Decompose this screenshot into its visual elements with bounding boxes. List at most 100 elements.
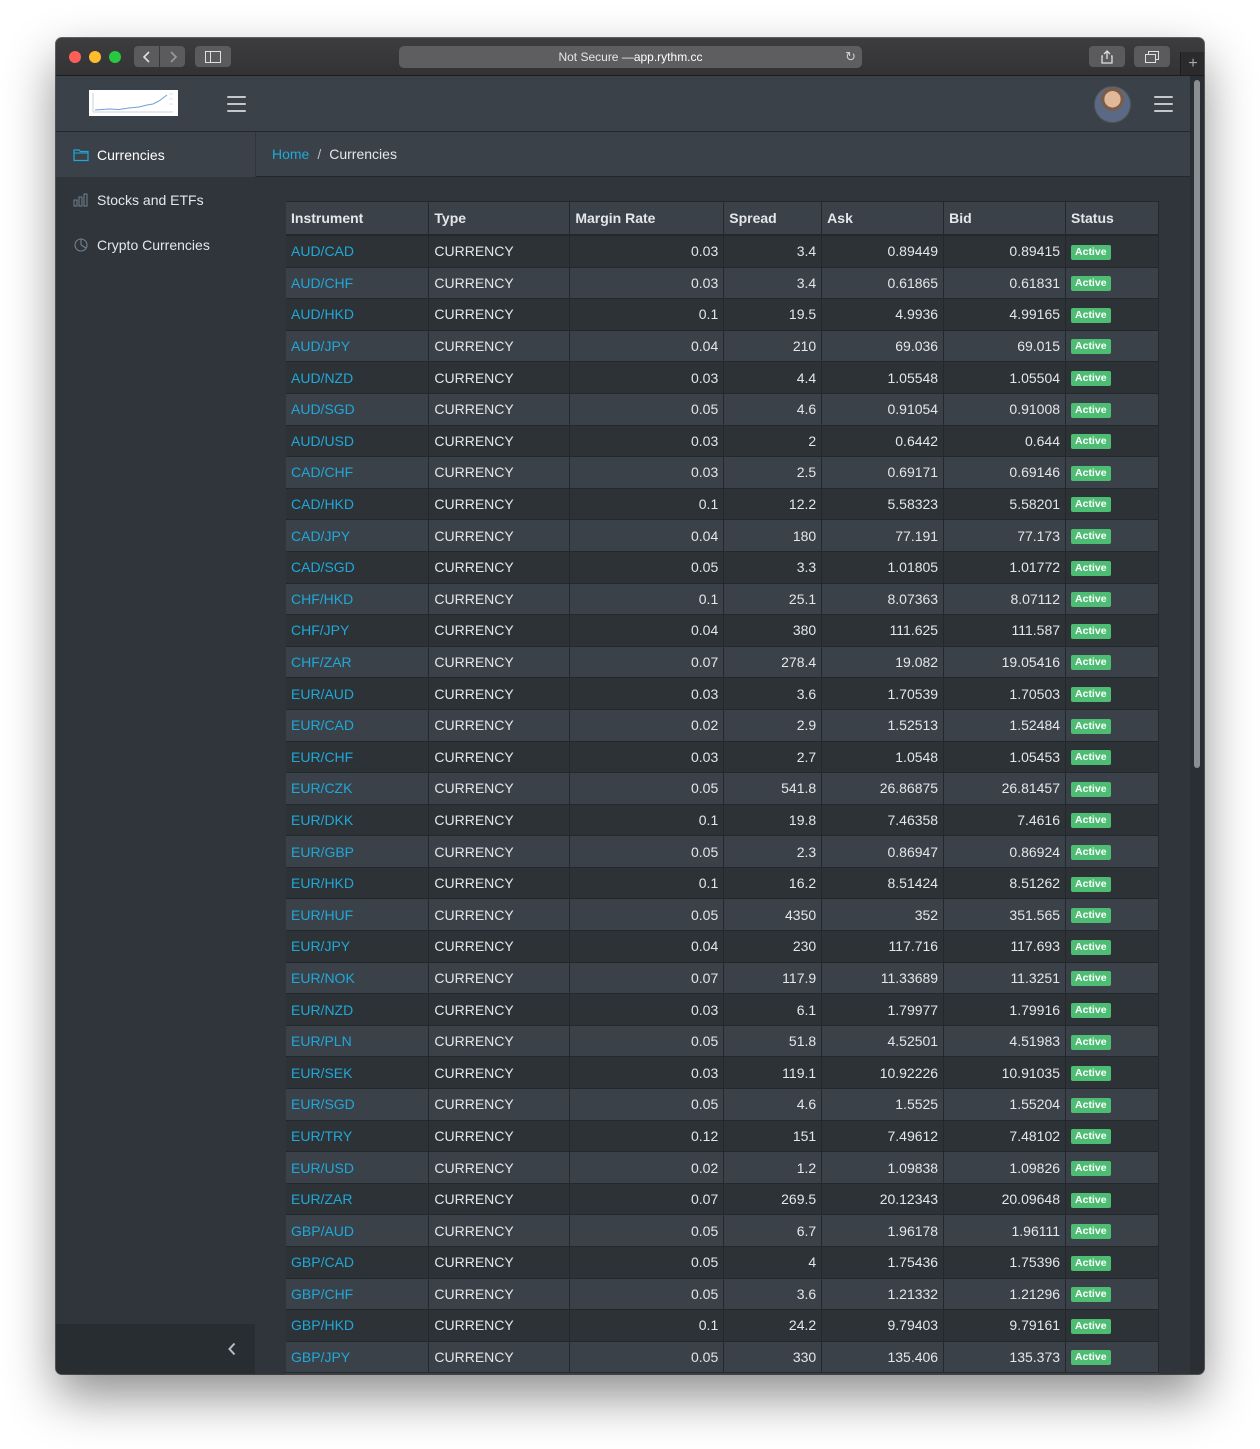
aside-menu-toggle-icon[interactable] bbox=[1154, 96, 1173, 112]
cell-instrument[interactable]: AUD/CAD bbox=[286, 235, 430, 268]
table-row[interactable]: AUD/SGD CURRENCY 0.05 4.6 0.91054 0.91008 Acti… bbox=[286, 393, 1159, 426]
table-row[interactable]: EUR/AUD CURRENCY 0.03 3.6 1.70539 1.70503 Acti… bbox=[286, 677, 1159, 710]
table-row[interactable]: GBP/CHF CURRENCY 0.05 3.6 1.21332 1.21296 Acti… bbox=[286, 1278, 1159, 1311]
cell-instrument[interactable]: EUR/TRY bbox=[286, 1120, 430, 1153]
cell-instrument[interactable]: AUD/SGD bbox=[286, 393, 430, 426]
cell-instrument[interactable]: EUR/SEK bbox=[286, 1056, 430, 1090]
cell-instrument[interactable]: EUR/PLN bbox=[286, 1025, 430, 1058]
table-row[interactable]: EUR/CZK CURRENCY 0.05 541.8 26.86875 26.81457… bbox=[286, 772, 1159, 805]
cell-instrument[interactable]: CAD/CHF bbox=[286, 456, 430, 489]
sidebar-item-currencies[interactable]: Currencies bbox=[56, 132, 255, 177]
table-row[interactable]: AUD/HKD CURRENCY 0.1 19.5 4.9936 4.99165 Activ… bbox=[286, 298, 1159, 331]
cell-instrument[interactable]: EUR/JPY bbox=[286, 930, 430, 963]
cell-instrument[interactable]: EUR/CZK bbox=[286, 772, 430, 805]
cell-instrument[interactable]: GBP/HKD bbox=[286, 1309, 430, 1342]
table-row[interactable]: EUR/NOK CURRENCY 0.07 117.9 11.33689 11.3251 A… bbox=[286, 962, 1159, 995]
table-row[interactable]: EUR/SEK CURRENCY 0.03 119.1 10.92226 10.91035… bbox=[286, 1056, 1159, 1090]
table-row[interactable]: EUR/GBP CURRENCY 0.05 2.3 0.86947 0.86924 Acti… bbox=[286, 835, 1159, 868]
table-row[interactable]: CAD/SGD CURRENCY 0.05 3.3 1.01805 1.01772 Acti… bbox=[286, 551, 1159, 584]
show-sidebar-button[interactable] bbox=[195, 46, 231, 67]
new-tab-button[interactable]: + bbox=[1180, 52, 1204, 75]
cell-instrument[interactable]: GBP/AUD bbox=[286, 1214, 430, 1247]
table-row[interactable]: EUR/JPY CURRENCY 0.04 230 117.716 117.693 Acti… bbox=[286, 930, 1159, 963]
cell-instrument[interactable]: EUR/CHF bbox=[286, 741, 430, 774]
share-button[interactable] bbox=[1089, 46, 1125, 67]
zoom-window-button[interactable] bbox=[109, 51, 121, 63]
column-header-spread[interactable]: Spread bbox=[723, 201, 823, 236]
table-row[interactable]: GBP/AUD CURRENCY 0.05 6.7 1.96178 1.96111 Acti… bbox=[286, 1214, 1159, 1247]
table-row[interactable]: AUD/NZD CURRENCY 0.03 4.4 1.05548 1.05504 Acti… bbox=[286, 361, 1159, 394]
table-row[interactable]: AUD/CHF CURRENCY 0.03 3.4 0.61865 0.61831 Acti… bbox=[286, 267, 1159, 300]
cell-instrument[interactable]: EUR/NZD bbox=[286, 993, 430, 1026]
cell-instrument[interactable]: EUR/CAD bbox=[286, 709, 430, 742]
column-header-margin-rate[interactable]: Margin Rate bbox=[569, 201, 725, 236]
table-row[interactable]: EUR/SGD CURRENCY 0.05 4.6 1.5525 1.55204 Activ… bbox=[286, 1088, 1159, 1121]
cell-instrument[interactable]: EUR/DKK bbox=[286, 804, 430, 837]
table-row[interactable]: EUR/USD CURRENCY 0.02 1.2 1.09838 1.09826 Acti… bbox=[286, 1151, 1159, 1184]
table-row[interactable]: EUR/ZAR CURRENCY 0.07 269.5 20.12343 20.09648… bbox=[286, 1183, 1159, 1216]
cell-instrument[interactable]: EUR/SGD bbox=[286, 1088, 430, 1121]
user-avatar[interactable] bbox=[1094, 86, 1131, 123]
cell-instrument[interactable]: CHF/ZAR bbox=[286, 646, 430, 679]
column-header-ask[interactable]: Ask bbox=[821, 201, 945, 236]
column-header-type[interactable]: Type bbox=[428, 201, 571, 236]
sidebar-minimizer-button[interactable] bbox=[56, 1324, 255, 1374]
column-header-status[interactable]: Status bbox=[1065, 201, 1159, 236]
cell-instrument[interactable]: CHF/HKD bbox=[286, 583, 430, 616]
cell-instrument[interactable]: AUD/NZD bbox=[286, 361, 430, 394]
cell-instrument[interactable]: EUR/ZAR bbox=[286, 1183, 430, 1216]
cell-instrument[interactable]: GBP/CAD bbox=[286, 1246, 430, 1279]
cell-instrument[interactable]: EUR/HUF bbox=[286, 898, 430, 932]
column-header-instrument[interactable]: Instrument bbox=[286, 201, 430, 236]
cell-instrument[interactable]: EUR/NOK bbox=[286, 962, 430, 995]
table-row[interactable]: GBP/JPY CURRENCY 0.05 330 135.406 135.373 Acti… bbox=[286, 1341, 1159, 1374]
app-logo[interactable] bbox=[89, 90, 178, 116]
table-row[interactable]: EUR/HUF CURRENCY 0.05 4350 352 351.565 Active bbox=[286, 898, 1159, 932]
table-row[interactable]: EUR/NZD CURRENCY 0.03 6.1 1.79977 1.79916 Acti… bbox=[286, 993, 1159, 1026]
page-scrollbar-thumb[interactable] bbox=[1194, 80, 1200, 768]
cell-instrument[interactable]: CAD/JPY bbox=[286, 519, 430, 552]
cell-instrument[interactable]: AUD/CHF bbox=[286, 267, 430, 300]
back-button[interactable] bbox=[134, 46, 159, 67]
show-tabs-button[interactable] bbox=[1134, 46, 1170, 67]
close-window-button[interactable] bbox=[69, 51, 81, 63]
forward-button[interactable] bbox=[160, 46, 185, 67]
table-row[interactable]: EUR/TRY CURRENCY 0.12 151 7.49612 7.48102 Acti… bbox=[286, 1120, 1159, 1153]
cell-instrument[interactable]: GBP/CHF bbox=[286, 1278, 430, 1311]
cell-instrument[interactable]: CAD/HKD bbox=[286, 488, 430, 521]
table-row[interactable]: AUD/JPY CURRENCY 0.04 210 69.036 69.015 Active bbox=[286, 330, 1159, 363]
table-row[interactable]: EUR/HKD CURRENCY 0.1 16.2 8.51424 8.51262 Acti… bbox=[286, 867, 1159, 900]
cell-instrument[interactable]: EUR/AUD bbox=[286, 677, 430, 710]
cell-instrument[interactable]: EUR/GBP bbox=[286, 835, 430, 868]
table-row[interactable]: CHF/JPY CURRENCY 0.04 380 111.625 111.587 Acti… bbox=[286, 614, 1159, 647]
table-row[interactable]: EUR/CAD CURRENCY 0.02 2.9 1.52513 1.52484 Acti… bbox=[286, 709, 1159, 742]
minimize-window-button[interactable] bbox=[89, 51, 101, 63]
table-row[interactable]: CAD/CHF CURRENCY 0.03 2.5 0.69171 0.69146 Acti… bbox=[286, 456, 1159, 489]
sidebar-item-crypto[interactable]: Crypto Currencies bbox=[56, 222, 255, 267]
cell-instrument[interactable]: EUR/USD bbox=[286, 1151, 430, 1184]
table-row[interactable]: CAD/HKD CURRENCY 0.1 12.2 5.58323 5.58201 Acti… bbox=[286, 488, 1159, 521]
cell-instrument[interactable]: AUD/USD bbox=[286, 425, 430, 458]
table-row[interactable]: EUR/DKK CURRENCY 0.1 19.8 7.46358 7.4616 Activ… bbox=[286, 804, 1159, 837]
cell-instrument[interactable]: AUD/JPY bbox=[286, 330, 430, 363]
table-row[interactable]: GBP/HKD CURRENCY 0.1 24.2 9.79403 9.79161 Acti… bbox=[286, 1309, 1159, 1342]
table-row[interactable]: AUD/CAD CURRENCY 0.03 3.4 0.89449 0.89415 Acti… bbox=[286, 235, 1159, 268]
reload-icon[interactable]: ↻ bbox=[845, 49, 856, 65]
column-header-bid[interactable]: Bid bbox=[943, 201, 1067, 236]
table-row[interactable]: CAD/JPY CURRENCY 0.04 180 77.191 77.173 Active bbox=[286, 519, 1159, 552]
table-row[interactable]: CHF/ZAR CURRENCY 0.07 278.4 19.082 19.05416 Ac… bbox=[286, 646, 1159, 679]
address-bar[interactable]: Not Secure — app.rythm.cc ↻ bbox=[399, 46, 862, 68]
table-row[interactable]: GBP/CAD CURRENCY 0.05 4 1.75436 1.75396 Active bbox=[286, 1246, 1159, 1279]
sidebar-toggle-menu-icon[interactable] bbox=[227, 96, 246, 112]
cell-instrument[interactable]: GBP/JPY bbox=[286, 1341, 430, 1374]
cell-instrument[interactable]: CHF/JPY bbox=[286, 614, 430, 647]
breadcrumb-home-link[interactable]: Home bbox=[272, 146, 309, 162]
table-row[interactable]: EUR/PLN CURRENCY 0.05 51.8 4.52501 4.51983 Act… bbox=[286, 1025, 1159, 1058]
sidebar-item-stocks[interactable]: Stocks and ETFs bbox=[56, 177, 255, 222]
table-row[interactable]: EUR/CHF CURRENCY 0.03 2.7 1.0548 1.05453 Activ… bbox=[286, 741, 1159, 774]
cell-instrument[interactable]: CAD/SGD bbox=[286, 551, 430, 584]
cell-instrument[interactable]: EUR/HKD bbox=[286, 867, 430, 900]
cell-instrument[interactable]: AUD/HKD bbox=[286, 298, 430, 331]
table-row[interactable]: CHF/HKD CURRENCY 0.1 25.1 8.07363 8.07112 Acti… bbox=[286, 583, 1159, 616]
table-row[interactable]: AUD/USD CURRENCY 0.03 2 0.6442 0.644 Active bbox=[286, 425, 1159, 458]
